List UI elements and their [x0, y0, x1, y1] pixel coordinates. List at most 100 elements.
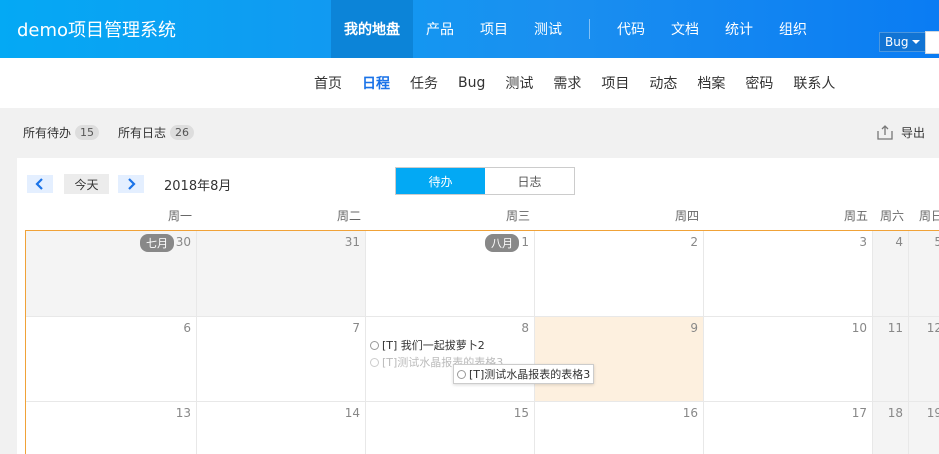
next-month-button[interactable] [118, 175, 144, 193]
todo-count-badge: 15 [75, 125, 100, 140]
search-type-label: Bug [885, 35, 909, 49]
main-nav-stats[interactable]: 统计 [712, 0, 766, 58]
day-number: 14 [344, 406, 360, 420]
day-cell[interactable]: 13 [26, 402, 197, 454]
month-tag: 七月 [140, 234, 174, 252]
day-cell[interactable]: 6 [26, 317, 197, 402]
dragged-todo-event[interactable]: [T]测试水晶报表的表格3 [453, 364, 595, 384]
day-cell[interactable]: 2 [535, 231, 704, 317]
day-cell[interactable]: 31 [197, 231, 366, 317]
day-number: 19 [926, 406, 939, 420]
day-number: 18 [887, 406, 903, 420]
event-label: [T]测试水晶报表的表格3 [469, 368, 591, 381]
chevron-right-icon [128, 178, 136, 190]
day-cell[interactable]: 9 [535, 317, 704, 402]
day-cell[interactable]: 3 [704, 231, 873, 317]
day-number: 4 [895, 235, 903, 249]
day-cell[interactable]: 5 [909, 231, 939, 317]
day-number: 2 [690, 235, 698, 249]
weekday-wed: 周三 [505, 209, 530, 223]
log-count-badge: 26 [170, 125, 195, 140]
subnav-home[interactable]: 首页 [304, 73, 352, 93]
subnav-password[interactable]: 密码 [735, 73, 783, 93]
page-toolbar: 所有待办 15 所有日志 26 导出 [0, 108, 939, 158]
all-logs-link[interactable]: 所有日志 26 [118, 124, 195, 141]
export-icon [877, 125, 893, 140]
day-cell[interactable]: 4 [873, 231, 909, 317]
day-cell[interactable]: 12 [909, 317, 939, 402]
day-cell[interactable]: 11 [873, 317, 909, 402]
tab-log[interactable]: 日志 [485, 168, 574, 194]
all-todos-link[interactable]: 所有待办 15 [23, 124, 100, 141]
caret-down-icon [912, 40, 921, 44]
subnav-profile[interactable]: 档案 [687, 73, 735, 93]
weekday-fri: 周五 [843, 209, 868, 223]
day-number: 13 [175, 406, 191, 420]
weekday-sat: 周六 [879, 209, 904, 223]
main-nav-org[interactable]: 组织 [766, 0, 820, 58]
main-nav-project[interactable]: 项目 [467, 0, 521, 58]
main-nav-code[interactable]: 代码 [604, 0, 658, 58]
day-number: 1 [521, 235, 529, 249]
sub-nav: 首页 日程 任务 Bug 测试 需求 项目 动态 档案 密码 联系人 [0, 58, 939, 108]
prev-month-button[interactable] [27, 175, 53, 193]
day-number: 6 [183, 321, 191, 335]
all-todos-label: 所有待办 [23, 126, 72, 140]
app-brand[interactable]: demo项目管理系统 [17, 16, 176, 42]
day-cell[interactable]: 8 [T] 我们一起拔萝卜2 [T]测试水晶报表的表格3 [366, 317, 535, 402]
todo-event[interactable]: [T] 我们一起拔萝卜2 [370, 337, 485, 353]
main-nav: 我的地盘 产品 项目 测试 代码 文档 统计 组织 [331, 0, 820, 58]
day-cell[interactable]: 19 [909, 402, 939, 454]
calendar-grid: 30 七月 31 1 八月 2 3 4 5 6 7 8 [T] 我们一起拔萝卜2 [T]测试水晶报表的表格… [25, 230, 939, 454]
day-number: 9 [690, 321, 698, 335]
day-cell[interactable]: 14 [197, 402, 366, 454]
day-number: 31 [344, 235, 360, 249]
day-cell[interactable]: 30 七月 [26, 231, 197, 317]
day-number: 7 [352, 321, 360, 335]
main-nav-doc[interactable]: 文档 [658, 0, 712, 58]
day-cell[interactable]: 10 [704, 317, 873, 402]
view-switch: 待办 日志 [395, 167, 575, 195]
weekday-sun: 周日 [918, 209, 939, 223]
day-number: 3 [859, 235, 867, 249]
todo-status-icon [370, 340, 379, 350]
subnav-project[interactable]: 项目 [591, 73, 639, 93]
day-number: 11 [887, 321, 903, 335]
tab-todo[interactable]: 待办 [396, 168, 485, 194]
subnav-bug[interactable]: Bug [448, 75, 495, 91]
day-cell[interactable]: 18 [873, 402, 909, 454]
day-cell[interactable]: 1 八月 [366, 231, 535, 317]
nav-divider [589, 19, 590, 39]
subnav-task[interactable]: 任务 [400, 73, 448, 93]
main-nav-product[interactable]: 产品 [413, 0, 467, 58]
main-nav-my[interactable]: 我的地盘 [331, 0, 413, 58]
todo-status-icon [370, 357, 379, 367]
day-number: 5 [934, 235, 939, 249]
subnav-story[interactable]: 需求 [543, 73, 591, 93]
subnav-test[interactable]: 测试 [495, 73, 543, 93]
main-nav-test[interactable]: 测试 [521, 0, 575, 58]
search-type-select[interactable]: Bug [879, 32, 926, 52]
day-cell[interactable]: 7 [197, 317, 366, 402]
today-button[interactable]: 今天 [64, 174, 109, 194]
subnav-contacts[interactable]: 联系人 [783, 73, 845, 93]
day-number: 15 [513, 406, 529, 420]
day-number: 30 [175, 235, 191, 249]
search-input[interactable] [925, 31, 939, 54]
day-cell[interactable]: 15 [366, 402, 535, 454]
subnav-calendar[interactable]: 日程 [352, 73, 400, 93]
calendar-header: 今天 2018年8月 待办 日志 [17, 158, 939, 208]
chevron-left-icon [35, 178, 43, 190]
subnav-dynamic[interactable]: 动态 [639, 73, 687, 93]
top-header: demo项目管理系统 我的地盘 产品 项目 测试 代码 文档 统计 组织 Bug [0, 0, 939, 58]
day-number: 8 [521, 321, 529, 335]
weekday-tue: 周二 [336, 209, 361, 223]
weekday-header: 周一 周二 周三 周四 周五 周六 周日 [25, 208, 939, 230]
day-cell[interactable]: 16 [535, 402, 704, 454]
day-number: 12 [926, 321, 939, 335]
day-cell[interactable]: 17 [704, 402, 873, 454]
event-label: [T] 我们一起拔萝卜2 [382, 339, 485, 352]
export-button[interactable]: 导出 [877, 124, 925, 141]
weekday-mon: 周一 [167, 209, 192, 223]
todo-status-icon [457, 369, 466, 379]
